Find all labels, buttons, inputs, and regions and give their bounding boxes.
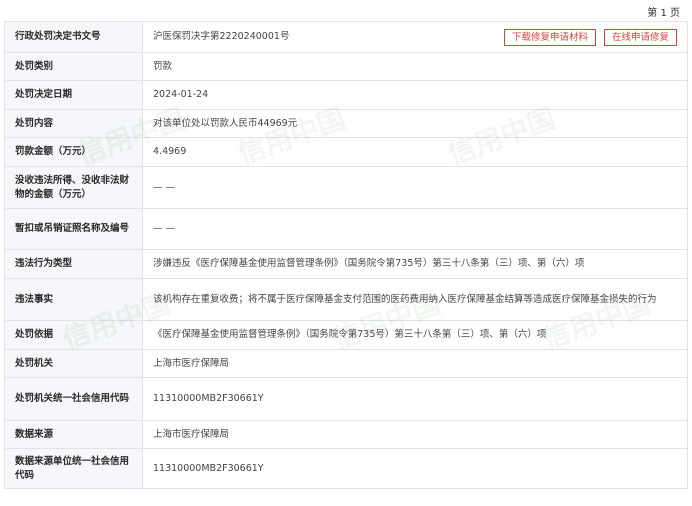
row-value-cell: 沪医保罚决字第2220240001号 下载修复申请材料 在线申请修复: [142, 21, 688, 53]
penalty-record-table: 行政处罚决定书文号 沪医保罚决字第2220240001号 下载修复申请材料 在线…: [4, 21, 688, 489]
row-fine-amount: 罚款金额（万元） 4.4969: [4, 137, 688, 167]
row-decision-date: 处罚决定日期 2024-01-24: [4, 80, 688, 110]
row-violation-type: 违法行为类型 涉嫌违反《医疗保障基金使用监督管理条例》（国务院令第735号）第三…: [4, 249, 688, 279]
row-label: 处罚机关统一社会信用代码: [4, 377, 143, 421]
row-value: 4.4969: [142, 137, 688, 167]
row-label: 处罚内容: [4, 109, 143, 138]
row-penalty-category: 处罚类别 罚款: [4, 52, 688, 81]
row-label: 数据来源: [4, 420, 143, 449]
download-repair-materials-button[interactable]: 下载修复申请材料: [503, 28, 596, 46]
row-authority-credit-code: 处罚机关统一社会信用代码 11310000MB2F30661Y: [4, 377, 688, 421]
row-value: 罚款: [142, 52, 688, 81]
row-label: 违法行为类型: [4, 249, 143, 279]
row-label: 行政处罚决定书文号: [4, 21, 143, 53]
row-source-credit-code: 数据来源单位统一社会信用代码 11310000MB2F30661Y: [4, 448, 688, 489]
row-value: 上海市医疗保障局: [142, 420, 688, 449]
row-penalty-basis: 处罚依据 《医疗保障基金使用监督管理条例》（国务院令第735号）第三十八条第（三…: [4, 320, 688, 350]
row-decision-number: 行政处罚决定书文号 沪医保罚决字第2220240001号 下载修复申请材料 在线…: [4, 21, 688, 53]
repair-actions: 下载修复申请材料 在线申请修复: [503, 28, 677, 46]
row-confiscation-amount: 没收违法所得、没收非法财物的金额（万元） — —: [4, 166, 688, 209]
row-value: 11310000MB2F30661Y: [142, 448, 688, 489]
row-value: 11310000MB2F30661Y: [142, 377, 688, 421]
online-repair-application-button[interactable]: 在线申请修复: [603, 28, 677, 46]
row-value: 涉嫌违反《医疗保障基金使用监督管理条例》（国务院令第735号）第三十八条第（三）…: [142, 249, 688, 279]
row-label: 暂扣或吊销证照名称及编号: [4, 208, 143, 250]
row-violation-facts: 违法事实 该机构存在重复收费；将不属于医疗保障基金支付范围的医药费用纳入医疗保障…: [4, 278, 688, 321]
row-value: 该机构存在重复收费；将不属于医疗保障基金支付范围的医药费用纳入医疗保障基金结算等…: [142, 278, 688, 321]
row-value: 对该单位处以罚款人民币44969元: [142, 109, 688, 138]
page-indicator: 第 1 页: [647, 8, 680, 19]
page: 第 1 页 行政处罚决定书文号 沪医保罚决字第2220240001号 下载修复申…: [0, 0, 692, 506]
row-penalty-authority: 处罚机关 上海市医疗保障局: [4, 349, 688, 378]
row-label: 数据来源单位统一社会信用代码: [4, 448, 143, 489]
row-label: 罚款金额（万元）: [4, 137, 143, 167]
row-license-suspension: 暂扣或吊销证照名称及编号 — —: [4, 208, 688, 250]
row-value: 2024-01-24: [142, 80, 688, 110]
row-label: 处罚依据: [4, 320, 143, 350]
row-value: — —: [142, 208, 688, 250]
row-label: 违法事实: [4, 278, 143, 321]
row-penalty-content: 处罚内容 对该单位处以罚款人民币44969元: [4, 109, 688, 138]
row-value: 《医疗保障基金使用监督管理条例》（国务院令第735号）第三十八条第（三）项、第（…: [142, 320, 688, 350]
row-label: 没收违法所得、没收非法财物的金额（万元）: [4, 166, 143, 209]
row-data-source: 数据来源 上海市医疗保障局: [4, 420, 688, 449]
row-label: 处罚机关: [4, 349, 143, 378]
row-value: — —: [142, 166, 688, 209]
row-label: 处罚决定日期: [4, 80, 143, 110]
decision-number-value: 沪医保罚决字第2220240001号: [153, 31, 290, 42]
row-value: 上海市医疗保障局: [142, 349, 688, 378]
row-label: 处罚类别: [4, 52, 143, 81]
